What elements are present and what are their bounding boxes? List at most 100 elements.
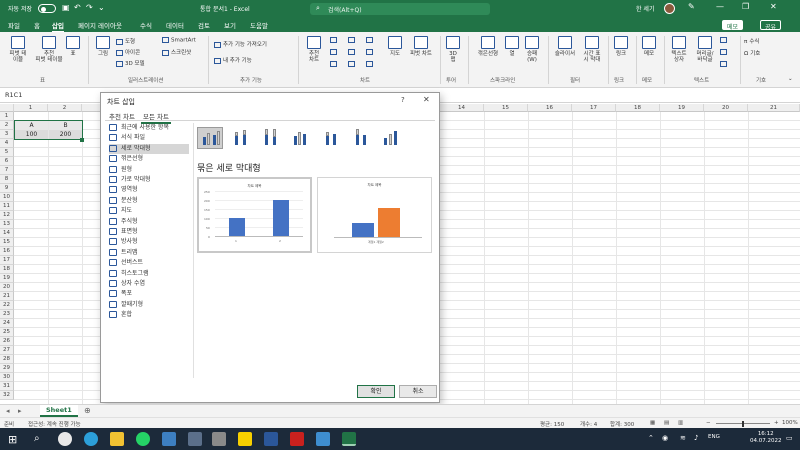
zoom-out-icon[interactable]: −	[706, 420, 711, 426]
user-name[interactable]: 한 세기	[636, 4, 654, 13]
taskbar-search-icon[interactable]: ⌕	[34, 433, 40, 444]
select-all-corner[interactable]	[0, 104, 14, 112]
undo-icon[interactable]: ↶	[74, 3, 81, 12]
chart-type-item[interactable]: 주식형	[109, 217, 189, 227]
column-header[interactable]: 2	[48, 104, 82, 112]
picture-button[interactable]: 그림	[94, 36, 112, 57]
3d-100-stacked-column-icon[interactable]	[347, 127, 373, 149]
row-header[interactable]: 32	[0, 391, 14, 400]
sheet-next-icon[interactable]: ▸	[18, 407, 22, 415]
column-header[interactable]: 15	[484, 104, 528, 112]
file-explorer-icon[interactable]	[110, 432, 124, 446]
row-header[interactable]: 31	[0, 382, 14, 391]
chart-type-item[interactable]: 가로 막대형	[109, 175, 189, 185]
row-header[interactable]: 25	[0, 328, 14, 337]
line-chart-menu[interactable]	[348, 37, 357, 44]
row-header[interactable]: 30	[0, 373, 14, 382]
memo-button[interactable]: 메모	[722, 20, 744, 31]
row-header[interactable]: 4	[0, 139, 14, 148]
hierarchy-chart-menu[interactable]	[348, 49, 357, 56]
3d-clustered-column-icon[interactable]	[287, 127, 313, 149]
maps-button[interactable]: 지도	[386, 36, 404, 57]
ribbon-collapse-icon[interactable]: ⌄	[788, 76, 793, 82]
row-header[interactable]: 17	[0, 256, 14, 265]
edge-icon[interactable]	[84, 432, 98, 446]
notifications-icon[interactable]: ▭	[786, 434, 793, 442]
row-header[interactable]: 11	[0, 202, 14, 211]
my-addins-button[interactable]: 내 추가 기능	[214, 56, 252, 64]
chart-type-item[interactable]: 서식 파일	[109, 133, 189, 143]
chart-type-item[interactable]: 히스토그램	[109, 269, 189, 279]
link-button[interactable]: 링크	[612, 36, 630, 57]
page-layout-view-icon[interactable]: ▤	[664, 420, 669, 426]
zoom-thumb[interactable]	[742, 421, 744, 427]
sheet-prev-icon[interactable]: ◂	[6, 407, 10, 415]
add-sheet-icon[interactable]: ⊕	[84, 406, 91, 415]
chrome-icon[interactable]	[58, 432, 72, 446]
statistic-chart-menu[interactable]	[366, 49, 375, 56]
accessibility-status[interactable]: 접근성: 계속 진행 가능	[28, 420, 81, 428]
equation-button[interactable]: π 수식	[744, 37, 759, 45]
row-header[interactable]: 8	[0, 175, 14, 184]
row-header[interactable]: 3	[0, 130, 14, 139]
column-header[interactable]: 14	[440, 104, 484, 112]
recommended-pivot-button[interactable]: 추천 피벗 테이블	[34, 36, 64, 63]
sparkline-column-button[interactable]: 열	[504, 36, 520, 57]
chart-type-item[interactable]: 깔때기형	[109, 300, 189, 310]
row-header[interactable]: 29	[0, 364, 14, 373]
chart-type-item[interactable]: 폭포	[109, 289, 189, 299]
row-header[interactable]: 10	[0, 193, 14, 202]
windows-start-icon[interactable]: ⊞	[8, 433, 17, 446]
object-button[interactable]	[720, 61, 729, 68]
excel-icon[interactable]	[342, 432, 356, 446]
3d-map-button[interactable]: 3D 맵	[444, 36, 462, 63]
row-header[interactable]: 28	[0, 355, 14, 364]
combo-chart-menu[interactable]	[366, 61, 375, 68]
tab-data[interactable]: 데이터	[166, 20, 184, 30]
row-header[interactable]: 21	[0, 292, 14, 301]
tray-arrow-icon[interactable]: ⌃	[648, 434, 654, 442]
network-icon[interactable]: ◉	[662, 434, 668, 442]
word-icon[interactable]	[264, 432, 278, 446]
get-addins-button[interactable]: 추가 기능 가져오기	[214, 40, 267, 48]
restore-icon[interactable]: ❐	[742, 2, 749, 11]
tab-view[interactable]: 보기	[224, 20, 236, 30]
row-header[interactable]: 19	[0, 274, 14, 283]
tab-formulas[interactable]: 수식	[140, 20, 152, 30]
screen-icon[interactable]	[188, 432, 202, 446]
chart-type-item[interactable]: 상자 수염	[109, 279, 189, 289]
sheet-tab[interactable]: Sheet1	[40, 405, 78, 417]
column-header[interactable]: 21	[748, 104, 800, 112]
slicer-button[interactable]: 슬라이서	[552, 36, 578, 57]
redo-icon[interactable]: ↷	[86, 3, 93, 12]
share-button[interactable]: 공유	[760, 20, 782, 31]
chart-preview-series-by-column[interactable]: 차트 제목 250 200 150 100 50 0 1 2	[197, 177, 312, 253]
tab-help[interactable]: 도움말	[250, 20, 268, 30]
help-icon[interactable]: ?	[401, 96, 405, 104]
chart-type-item[interactable]: 원형	[109, 165, 189, 175]
chart-type-item[interactable]: 트리맵	[109, 248, 189, 258]
chart-type-item[interactable]: 방사형	[109, 237, 189, 247]
icons-button[interactable]: 아이콘	[116, 48, 140, 56]
autosave-toggle[interactable]	[38, 4, 56, 13]
avatar[interactable]	[664, 3, 675, 14]
qat-more-icon[interactable]: ⌄	[98, 3, 105, 12]
clustered-column-icon[interactable]	[197, 127, 223, 149]
row-header[interactable]: 15	[0, 238, 14, 247]
zoom-app-icon[interactable]	[316, 432, 330, 446]
row-header[interactable]: 7	[0, 166, 14, 175]
volume-icon[interactable]: ♪	[694, 434, 698, 442]
bar-chart-menu[interactable]	[330, 49, 339, 56]
wordart-button[interactable]	[720, 37, 729, 44]
dialog-close-icon[interactable]: ✕	[423, 95, 430, 104]
row-header[interactable]: 9	[0, 184, 14, 193]
name-box[interactable]: R1C1	[2, 91, 62, 101]
tab-page-layout[interactable]: 페이지 레이아웃	[78, 20, 122, 30]
clock[interactable]: 16:12 04.07.2022	[750, 431, 782, 445]
recommended-charts-button[interactable]: 추천 차트	[304, 36, 324, 63]
chart-type-item[interactable]: 분산형	[109, 196, 189, 206]
scatter-chart-menu[interactable]	[330, 61, 339, 68]
header-footer-button[interactable]: 머리글/ 바닥글	[692, 36, 718, 63]
column-header[interactable]: 19	[660, 104, 704, 112]
row-header[interactable]: 27	[0, 346, 14, 355]
